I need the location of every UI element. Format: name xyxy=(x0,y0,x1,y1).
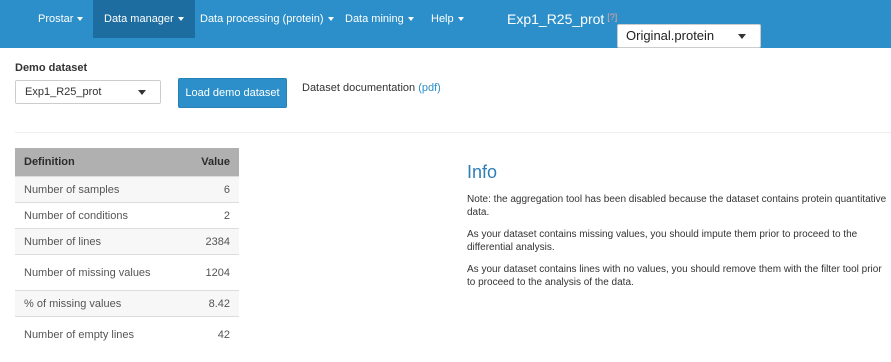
row-value: 1204 xyxy=(184,254,239,291)
nav-help-label: Help xyxy=(431,13,454,25)
table-row: Number of samples 6 xyxy=(15,176,239,203)
table-row: Number of conditions 2 xyxy=(15,202,239,229)
dataset-version-value: Original.protein xyxy=(626,28,715,43)
column-header-value: Value xyxy=(184,148,239,177)
dataset-version-select[interactable]: Original.protein xyxy=(617,24,761,48)
row-definition: Number of conditions xyxy=(15,202,185,229)
column-header-definition: Definition xyxy=(15,148,185,177)
nav-help[interactable]: Help xyxy=(431,0,464,38)
help-marker[interactable]: [?] xyxy=(607,12,617,22)
nav-data-processing-label: Data processing (protein) xyxy=(200,13,324,25)
nav-prostar[interactable]: Prostar xyxy=(38,0,84,38)
nav-data-mining-label: Data mining xyxy=(345,13,404,25)
table-row: % of missing values 8.42 xyxy=(15,290,239,317)
row-definition: Number of missing values xyxy=(15,254,185,291)
dataset-documentation: Dataset documentation (pdf) xyxy=(302,82,441,94)
info-note-missing-values: As your dataset contains missing values,… xyxy=(467,229,858,253)
table-row: Number of empty lines 42 xyxy=(15,316,239,353)
nav-data-manager[interactable]: Data manager xyxy=(93,0,195,38)
dataset-summary-table: Definition Value Number of samples 6 Num… xyxy=(15,148,239,353)
chevron-down-icon xyxy=(738,34,746,39)
row-value: 2 xyxy=(184,202,239,229)
chevron-down-icon xyxy=(177,17,184,22)
info-note-aggregation: Note: the aggregation tool has been disa… xyxy=(467,194,887,218)
demo-dataset-label: Demo dataset xyxy=(15,62,88,74)
chevron-down-icon xyxy=(407,17,414,22)
row-value: 8.42 xyxy=(184,290,239,317)
documentation-pdf-link[interactable]: (pdf) xyxy=(418,82,441,94)
row-value: 6 xyxy=(184,176,239,203)
nav-prostar-label: Prostar xyxy=(38,13,74,25)
chevron-down-icon xyxy=(138,90,146,95)
table-row: Number of missing values 1204 xyxy=(15,254,239,291)
nav-data-manager-label: Data manager xyxy=(104,13,174,25)
current-dataset-name: Exp1_R25_prot [?] xyxy=(507,0,617,38)
navbar: Prostar Data manager Data processing (pr… xyxy=(0,0,891,48)
row-value: 2384 xyxy=(184,228,239,255)
table-row: Number of lines 2384 xyxy=(15,228,239,255)
demo-dataset-value: Exp1_R25_prot xyxy=(25,86,102,98)
chevron-down-icon xyxy=(327,17,334,22)
row-definition: Number of lines xyxy=(15,228,185,255)
row-definition: Number of samples xyxy=(15,176,185,203)
dataset-documentation-label: Dataset documentation xyxy=(302,82,416,94)
info-note-empty-lines: As your dataset contains lines with no v… xyxy=(467,264,882,288)
divider xyxy=(15,132,891,133)
dataset-name-text: Exp1_R25_prot xyxy=(507,11,605,27)
row-definition: Number of empty lines xyxy=(15,316,185,353)
chevron-down-icon xyxy=(77,17,84,22)
row-value: 42 xyxy=(184,316,239,353)
nav-data-processing[interactable]: Data processing (protein) xyxy=(200,0,334,38)
nav-data-mining[interactable]: Data mining xyxy=(345,0,414,38)
chevron-down-icon xyxy=(457,17,464,22)
info-title: Info xyxy=(467,162,498,182)
row-definition: % of missing values xyxy=(15,290,185,317)
demo-dataset-select[interactable]: Exp1_R25_prot xyxy=(15,80,161,104)
load-demo-dataset-button[interactable]: Load demo dataset xyxy=(178,78,287,108)
